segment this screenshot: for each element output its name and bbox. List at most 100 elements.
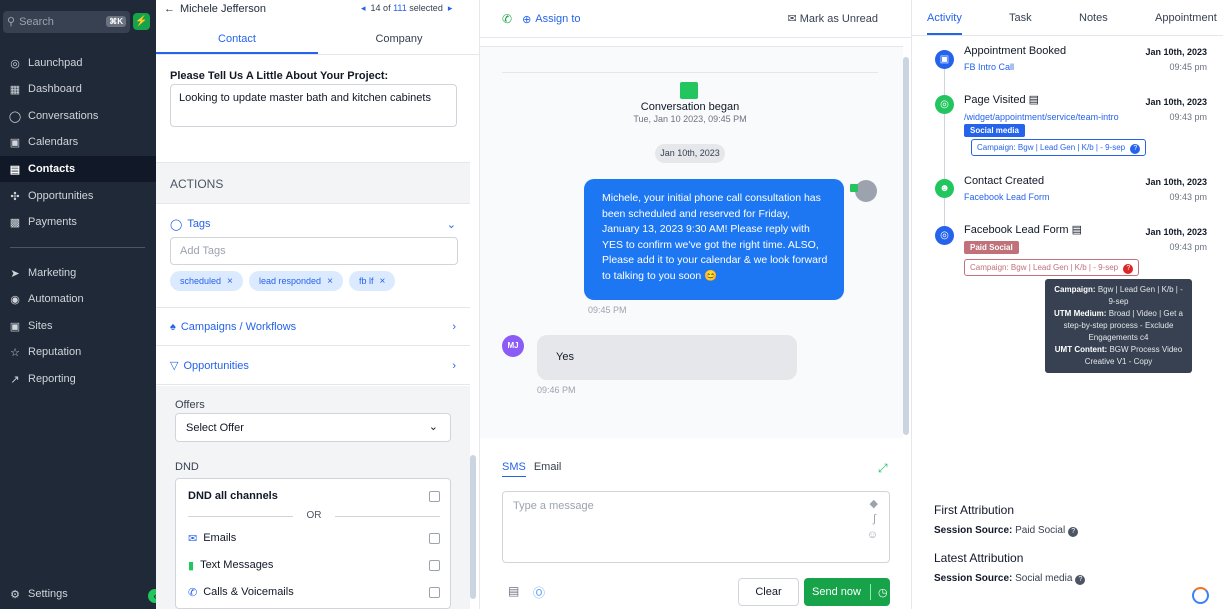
sidebar-search[interactable]: ⚲ Search ⌘K ⚡	[0, 10, 150, 33]
sidebar-item-automation[interactable]: ◉ Automation	[0, 286, 156, 312]
source-value: Paid Social	[1015, 525, 1066, 536]
campaign-tooltip: Campaign: Bgw | Lead Gen | K/b | - 9-sep…	[1045, 279, 1192, 373]
add-tags-input[interactable]: Add Tags	[170, 237, 458, 265]
quick-actions-icon[interactable]: ⚡	[133, 13, 150, 30]
campaign-tag[interactable]: Campaign: Bgw | Lead Gen | K/b | - 9-sep…	[971, 139, 1147, 156]
message-input[interactable]: Type a message	[502, 491, 890, 563]
source-badge: Paid Social	[964, 241, 1019, 254]
next-contact-icon[interactable]: ▸	[448, 3, 453, 13]
clock-icon[interactable]: ◷	[878, 586, 888, 599]
remove-tag-icon[interactable]: ×	[227, 276, 233, 287]
help-icon[interactable]: ?	[1068, 527, 1079, 537]
contact-name: Michele Jefferson	[180, 3, 267, 15]
sidebar-item-conversations[interactable]: ◯ Conversations	[0, 103, 156, 129]
offers-label: Offers	[175, 399, 205, 411]
sidebar-item-marketing[interactable]: ➤ Marketing	[0, 260, 156, 286]
dnd-calls-row[interactable]: ✆ Calls & Voicemails	[188, 584, 440, 600]
tag-chip[interactable]: scheduled ×	[170, 271, 243, 291]
remove-tag-icon[interactable]: ×	[327, 276, 333, 287]
search-box[interactable]: ⚲ Search ⌘K	[3, 10, 130, 33]
offer-select[interactable]: Select Offer ⌄	[175, 413, 451, 442]
help-icon[interactable]: ?	[1130, 144, 1141, 154]
prev-contact-icon[interactable]: ◂	[361, 3, 366, 13]
dnd-sms-row[interactable]: ▮ Text Messages	[188, 557, 440, 573]
tag-chip[interactable]: fb lf ×	[349, 271, 396, 291]
event-subtitle[interactable]: /widget/appointment/service/team-intro	[964, 112, 1119, 122]
clipboard-icon[interactable]: ▤	[1072, 224, 1082, 236]
tab-sms[interactable]: SMS	[502, 461, 526, 477]
message-thread: Conversation began Tue, Jan 10 2023, 09:…	[480, 46, 903, 438]
mark-unread-button[interactable]: ✉ Mark as Unread	[787, 12, 878, 25]
sidebar-item-calendars[interactable]: ▣ Calendars	[0, 129, 156, 155]
tab-email[interactable]: Email	[534, 461, 562, 477]
dnd-all-row[interactable]: DND all channels	[188, 488, 440, 504]
sidebar-item-reputation[interactable]: ☆ Reputation	[0, 339, 156, 365]
clipboard-icon[interactable]: ▤	[1029, 94, 1039, 106]
event-subtitle[interactable]: FB Intro Call	[964, 62, 1014, 72]
help-icon[interactable]: ?	[1123, 264, 1134, 274]
event-subtitle[interactable]: Facebook Lead Form	[964, 192, 1050, 202]
sidebar-item-label: Reporting	[28, 373, 76, 385]
sidebar: ⚲ Search ⌘K ⚡ ◎ Launchpad ▦ Dashboard ◯ Con…	[0, 0, 162, 609]
dnd-all-checkbox[interactable]	[429, 490, 440, 502]
tag-chip[interactable]: lead responded ×	[249, 271, 343, 291]
sidebar-item-label: Automation	[28, 293, 84, 305]
thread-scrollbar[interactable]	[903, 57, 909, 435]
tab-activity[interactable]: Activity	[927, 12, 962, 35]
tab-company[interactable]: Company	[318, 27, 480, 54]
contact-pager: ◂ 14 of 111 selected ▸	[361, 3, 452, 14]
campaign-tag[interactable]: Campaign: Bgw | Lead Gen | K/b | - 9-sep…	[964, 259, 1140, 276]
tab-contact[interactable]: Contact	[156, 27, 318, 54]
sidebar-item-label: Marketing	[28, 267, 77, 279]
pager-total[interactable]: 111	[393, 3, 407, 13]
sidebar-item-reporting[interactable]: ↗ Reporting	[0, 366, 156, 392]
campaigns-section-toggle[interactable]: ♠ Campaigns / Workflows ›	[156, 308, 470, 346]
sidebar-item-payments[interactable]: ▩ Payments	[0, 209, 156, 235]
emoji-icon[interactable]: ☺	[867, 529, 878, 541]
remove-tag-icon[interactable]: ×	[380, 276, 386, 287]
message-time: 09:45 PM	[588, 305, 627, 315]
tab-notes[interactable]: Notes	[1079, 12, 1108, 24]
tag-icon[interactable]: ◆	[870, 497, 878, 510]
latest-attribution-heading: Latest Attribution	[934, 551, 1024, 565]
event-time: 09:43 pm	[1169, 112, 1207, 122]
conversation-began-date: Tue, Jan 10 2023, 09:45 PM	[633, 114, 747, 124]
collapse-composer-icon[interactable]: ⤢	[878, 461, 888, 476]
envelope-icon: ✉	[787, 13, 797, 25]
send-now-button[interactable]: Send now ◷	[804, 578, 890, 606]
chevron-down-icon: ⌄	[428, 421, 438, 433]
sidebar-item-settings[interactable]: ⚙ Settings	[0, 581, 156, 607]
dashboard-icon: ▦	[9, 83, 21, 96]
clear-button[interactable]: Clear	[738, 578, 799, 606]
payment-icon[interactable]: Ⓞ	[533, 584, 545, 601]
project-question-field[interactable]: Looking to update master bath and kitche…	[170, 84, 457, 127]
sidebar-item-opportunities[interactable]: ✣ Opportunities	[0, 183, 156, 209]
attachment-icon[interactable]: ∫	[873, 513, 876, 525]
event-time: 09:43 pm	[1169, 242, 1207, 252]
sidebar-item-launchpad[interactable]: ◎ Launchpad	[0, 50, 156, 76]
tab-task[interactable]: Task	[1009, 12, 1032, 24]
help-icon[interactable]: ?	[1075, 575, 1086, 585]
source-badge: Social media	[964, 124, 1025, 137]
dnd-calls-checkbox[interactable]	[429, 586, 440, 598]
support-widget-icon[interactable]	[1192, 587, 1209, 604]
sidebar-item-sites[interactable]: ▣ Sites	[0, 313, 156, 339]
filter-icon: ▽	[170, 360, 179, 372]
sidebar-item-dashboard[interactable]: ▦ Dashboard	[0, 76, 156, 102]
contact-scrollbar[interactable]	[470, 455, 476, 599]
conversation-panel: ✆ ⊕ Assign to ✉ Mark as Unread Conversat…	[480, 0, 912, 609]
tooltip-utm-label: UTM Medium:	[1054, 309, 1107, 318]
phone-icon[interactable]: ✆	[502, 12, 512, 26]
message-time: 09:46 PM	[537, 385, 576, 395]
sidebar-item-contacts[interactable]: ▤ Contacts	[0, 156, 156, 182]
opportunities-section-toggle[interactable]: ▽ Opportunities ›	[156, 347, 470, 385]
sidebar-item-label: Opportunities	[28, 190, 94, 202]
dnd-email-checkbox[interactable]	[429, 532, 440, 544]
assign-to-button[interactable]: ✆ ⊕ Assign to	[502, 12, 581, 26]
back-arrow-icon[interactable]: ←	[164, 3, 175, 15]
tab-appointment[interactable]: Appointment	[1155, 12, 1217, 24]
calendar-icon: ▣	[935, 50, 954, 69]
dnd-sms-checkbox[interactable]	[429, 559, 440, 571]
dnd-email-row[interactable]: ✉ Emails	[188, 530, 440, 546]
template-icon[interactable]: ▤	[508, 584, 519, 598]
